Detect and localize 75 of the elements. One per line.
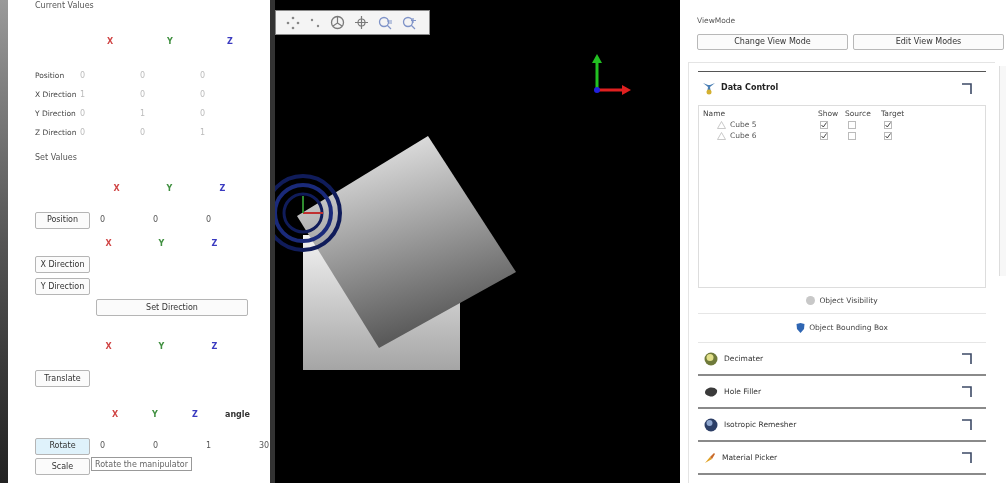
checkbox[interactable] — [820, 120, 828, 129]
axis-label: X — [111, 409, 119, 421]
value-text: 1 — [80, 89, 86, 101]
sphere-icon — [704, 351, 718, 366]
value-text: 0 — [140, 127, 146, 139]
axis-label: Z — [219, 183, 226, 195]
blob-icon — [704, 385, 718, 398]
value-text: 1 — [205, 440, 213, 452]
axis-label: Y — [158, 341, 165, 353]
axis-label: Z — [211, 341, 218, 353]
scale-button[interactable]: Scale — [35, 458, 90, 475]
zoom-icon[interactable] — [402, 15, 417, 30]
checkbox[interactable] — [884, 120, 892, 129]
value-text: 0 — [200, 108, 206, 120]
globe-icon — [704, 417, 718, 432]
collapse-icon[interactable] — [962, 452, 972, 463]
axis-label: Z — [211, 238, 218, 250]
view-mode-button[interactable]: Edit View Modes — [853, 34, 1004, 50]
direction-button[interactable]: Y Direction — [35, 278, 90, 295]
tooltip: Rotate the manipulator — [91, 457, 192, 471]
value-text: 0 — [80, 70, 86, 82]
zoom-icon[interactable] — [378, 15, 393, 30]
move-icon[interactable] — [286, 15, 300, 30]
figure-icon — [702, 81, 716, 95]
value-text: 0 — [152, 440, 160, 452]
checkbox[interactable] — [884, 131, 892, 140]
value-text: 0 — [140, 89, 146, 101]
value-text: 0 — [140, 70, 146, 82]
collapse-icon[interactable] — [962, 386, 972, 397]
scrollbar[interactable] — [999, 66, 1006, 276]
checkbox[interactable] — [848, 131, 856, 140]
value-text: 0 — [80, 108, 86, 120]
value-text: 0 — [152, 214, 160, 226]
manipulator-drawing[interactable] — [275, 174, 342, 252]
axis-label: Y — [166, 183, 173, 195]
checkbox[interactable] — [820, 131, 828, 140]
collapse-icon[interactable] — [962, 353, 972, 364]
panel-title: Data Control — [721, 82, 779, 94]
value-text: 0 — [99, 440, 107, 452]
axis-label: X — [105, 341, 112, 353]
collapse-icon[interactable] — [962, 82, 972, 94]
value-text: 0 — [200, 89, 206, 101]
value-text: 1 — [140, 108, 146, 120]
axis-label: Z — [227, 36, 233, 48]
brush-icon — [704, 451, 716, 464]
rotate-icon[interactable] — [330, 15, 345, 30]
cube-drawing[interactable] — [297, 136, 516, 370]
axis-label: angle — [225, 409, 250, 421]
value-text: 30 — [258, 440, 271, 452]
section-heading: Set Values — [35, 152, 78, 164]
collapse-icon[interactable] — [962, 419, 972, 430]
axis-label: X — [106, 36, 114, 48]
set-direction-button[interactable]: Set Direction — [96, 299, 248, 316]
rotate-button[interactable]: Rotate — [35, 437, 90, 455]
axis-label: Y — [167, 36, 173, 48]
dots-icon[interactable] — [309, 16, 321, 29]
translate-button[interactable]: Translate — [35, 370, 90, 387]
value-text: 0 — [80, 127, 86, 139]
view-mode-button[interactable]: Change View Mode — [697, 34, 848, 50]
checkbox[interactable] — [848, 120, 856, 129]
section-heading: Current Values — [35, 0, 95, 12]
shield-icon — [796, 323, 806, 333]
axis-label: X — [113, 183, 120, 195]
axis-label: X — [105, 238, 112, 250]
position-button[interactable]: Position — [35, 211, 90, 229]
value-text: 1 — [200, 127, 206, 139]
direction-button[interactable]: X Direction — [35, 256, 90, 273]
value-text: 0 — [99, 214, 107, 226]
axis-label: Z — [192, 409, 198, 421]
value-text: 0 — [200, 70, 206, 82]
pan-icon[interactable] — [354, 15, 369, 30]
axis-label: Y — [158, 238, 165, 250]
axis-label: Y — [152, 409, 158, 421]
value-text: 0 — [205, 214, 213, 226]
axis-drawing — [592, 54, 631, 95]
